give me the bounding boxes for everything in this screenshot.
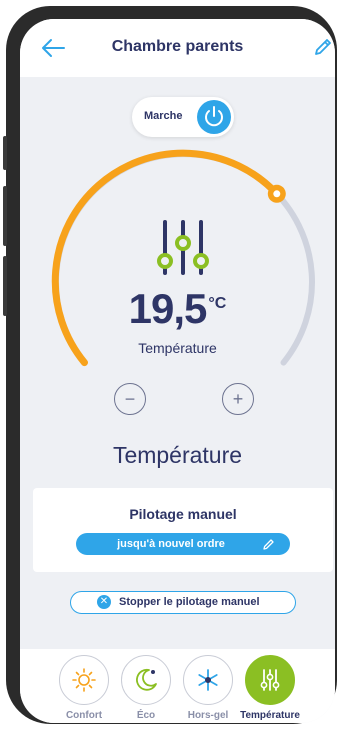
sliders-illustration-icon (157, 220, 209, 275)
until-label: jusqu'à nouvel ordre (117, 538, 225, 550)
manual-control-title: Pilotage manuel (129, 506, 237, 522)
stop-manual-label: Stopper le pilotage manuel (119, 596, 260, 608)
temperature-label: Température (138, 340, 217, 356)
nav-item-eco[interactable]: Éco (115, 655, 177, 721)
temperature-unit: °C (208, 295, 227, 312)
nav-circle-active (245, 655, 295, 705)
nav-item-temperature[interactable]: Température (239, 655, 301, 721)
temperature-number: 19,5 (128, 285, 208, 332)
mode-nav-bar: Confort Éco Hors-gel Température (20, 649, 335, 723)
stop-manual-button[interactable]: ✕ Stopper le pilotage manuel (70, 591, 296, 614)
nav-circle (59, 655, 109, 705)
nav-item-hors-gel[interactable]: Hors-gel (177, 655, 239, 721)
sliders-icon (260, 669, 280, 691)
increase-button[interactable]: + (222, 383, 254, 415)
pencil-icon (263, 539, 274, 550)
phone-side-button (3, 136, 7, 170)
nav-label: Température (240, 710, 300, 721)
phone-side-button (3, 186, 7, 246)
mode-title: Température (112, 442, 243, 468)
manual-control-card: Pilotage manuel jusqu'à nouvel ordre (33, 488, 333, 572)
app-screen: Chambre parents Marche 19,5 °C Températu… (20, 19, 335, 723)
decrease-button[interactable]: − (114, 383, 146, 415)
close-circle-icon: ✕ (97, 595, 111, 609)
moon-icon (136, 668, 157, 691)
temperature-value: 19,5 °C (20, 285, 335, 333)
nav-item-confort[interactable]: Confort (53, 655, 115, 721)
sun-icon (72, 668, 96, 692)
snowflake-icon (198, 669, 218, 691)
nav-circle (183, 655, 233, 705)
phone-frame: Chambre parents Marche 19,5 °C Températu… (3, 6, 337, 724)
until-button[interactable]: jusqu'à nouvel ordre (76, 533, 290, 555)
nav-circle (121, 655, 171, 705)
phone-side-button (3, 256, 7, 316)
